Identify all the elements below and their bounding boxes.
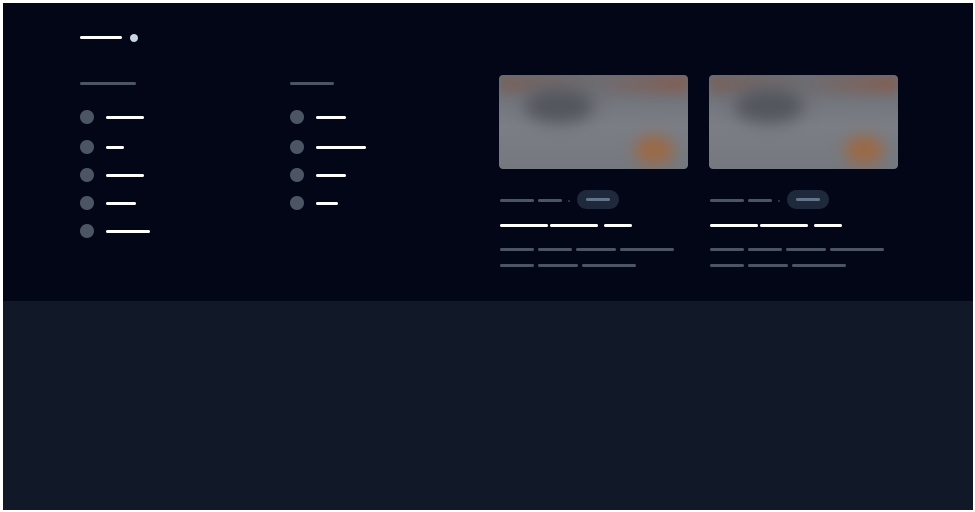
card-excerpt-placeholder [538, 248, 572, 251]
card-excerpt-placeholder [830, 248, 884, 251]
card-excerpt-placeholder [500, 264, 534, 267]
link-icon [290, 140, 304, 154]
card-title-placeholder[interactable] [604, 224, 632, 227]
circle-dot-icon [130, 34, 138, 42]
card-excerpt-placeholder [500, 248, 534, 251]
card-meta-placeholder [500, 199, 534, 202]
card-excerpt-placeholder [792, 264, 846, 267]
separator-dot [778, 200, 780, 202]
link-label-placeholder [106, 116, 144, 119]
link-icon [80, 140, 94, 154]
card-meta-placeholder [748, 199, 772, 202]
card-title-placeholder[interactable] [500, 224, 548, 227]
link-label-placeholder [316, 174, 346, 177]
card-thumbnail[interactable] [709, 75, 898, 169]
link-icon [290, 196, 304, 210]
brand-name-placeholder [80, 36, 122, 39]
footer-section [3, 3, 973, 301]
card-meta-placeholder [538, 199, 562, 202]
card-title-placeholder[interactable] [814, 224, 842, 227]
link-label-placeholder [316, 116, 346, 119]
card-title-placeholder[interactable] [710, 224, 758, 227]
card-excerpt-placeholder [620, 248, 674, 251]
link-label-placeholder [106, 146, 124, 149]
card-excerpt-placeholder [748, 248, 782, 251]
link-icon [80, 224, 94, 238]
link-label-placeholder [106, 202, 136, 205]
card-excerpt-placeholder [710, 264, 744, 267]
link-icon [80, 196, 94, 210]
link-label-placeholder [106, 230, 150, 233]
link-icon [290, 168, 304, 182]
link-icon [80, 168, 94, 182]
card-excerpt-placeholder [748, 264, 788, 267]
card-excerpt-placeholder [576, 248, 616, 251]
link-label-placeholder [316, 202, 338, 205]
card-excerpt-placeholder [582, 264, 636, 267]
card-tag-badge[interactable] [787, 190, 829, 209]
link-label-placeholder [316, 146, 366, 149]
card-tag-badge[interactable] [577, 190, 619, 209]
column-heading-placeholder [80, 82, 136, 85]
card-meta-placeholder [710, 199, 744, 202]
link-label-placeholder [106, 174, 144, 177]
card-excerpt-placeholder [786, 248, 826, 251]
page [3, 3, 973, 510]
empty-content-area [3, 301, 973, 510]
link-icon [290, 110, 304, 124]
card-excerpt-placeholder [710, 248, 744, 251]
card-title-placeholder[interactable] [550, 224, 598, 227]
separator-dot [568, 200, 570, 202]
card-title-placeholder[interactable] [760, 224, 808, 227]
column-heading-placeholder [290, 82, 334, 85]
link-icon [80, 110, 94, 124]
card-thumbnail[interactable] [499, 75, 688, 169]
card-excerpt-placeholder [538, 264, 578, 267]
